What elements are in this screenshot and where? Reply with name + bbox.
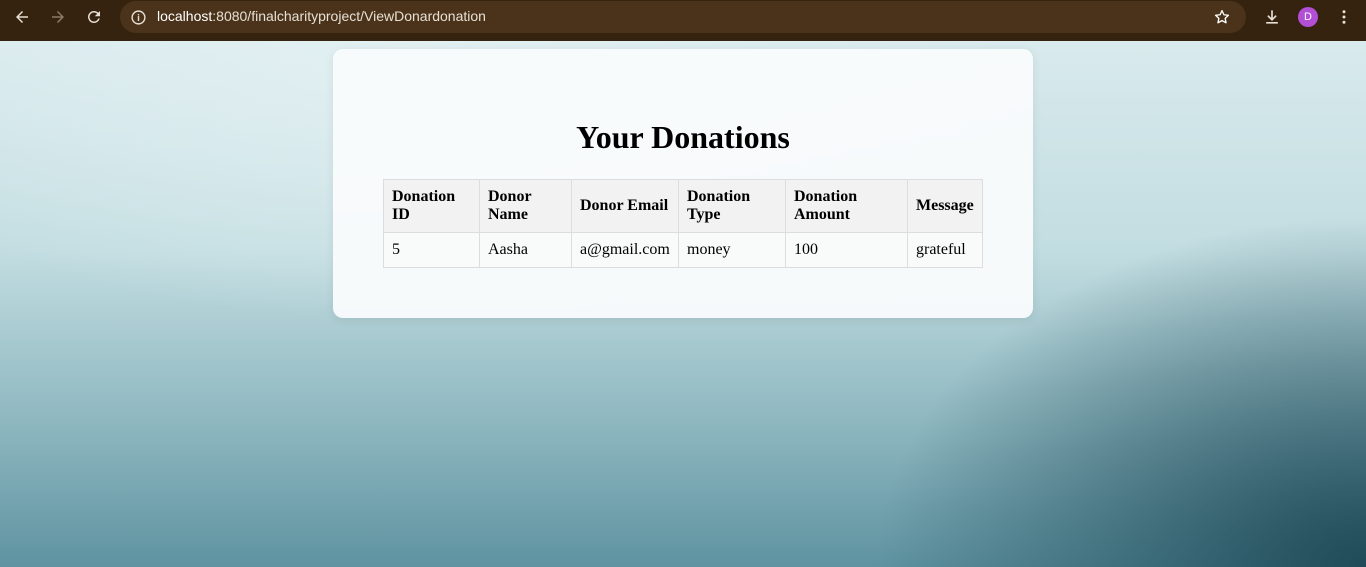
header-text: Donation: [794, 188, 858, 205]
header-message: Message: [907, 179, 983, 233]
donations-card: Your Donations Donation ID Donor Name Dono…: [333, 49, 1033, 318]
bookmark-button[interactable]: [1212, 7, 1232, 27]
back-icon: [16, 11, 28, 23]
download-icon: [1266, 10, 1278, 24]
menu-icon: [1342, 10, 1346, 24]
cell-donation-type: money: [678, 232, 786, 268]
cell-donor-email: a@gmail.com: [571, 232, 679, 268]
address-bar[interactable]: localhost:8080/finalcharityproject/ViewD…: [120, 1, 1246, 33]
reload-icon: [87, 10, 100, 23]
info-icon: [130, 9, 146, 25]
header-text: Donation: [687, 188, 751, 205]
downloads-button[interactable]: [1258, 4, 1286, 30]
header-donation-type: Donation Type: [678, 179, 786, 233]
header-text: Donation: [392, 188, 456, 205]
menu-button[interactable]: [1330, 4, 1358, 30]
star-icon: [1214, 9, 1230, 24]
forward-button[interactable]: [40, 0, 76, 34]
cell-donor-name: Aasha: [479, 232, 572, 268]
browser-toolbar: localhost:8080/finalcharityproject/ViewD…: [0, 0, 1366, 41]
header-text: Donor: [488, 188, 532, 205]
url-text: localhost:8080/finalcharityproject/ViewD…: [157, 8, 486, 24]
back-button[interactable]: [4, 0, 40, 34]
forward-icon: [52, 11, 64, 23]
cell-donation-id: 5: [383, 232, 480, 268]
header-donor-email: Donor Email: [571, 179, 679, 233]
header-donation-id: Donation ID: [383, 179, 480, 233]
cell-message: grateful: [907, 232, 983, 268]
header-donation-amount: Donation Amount: [785, 179, 908, 233]
header-text: Amount: [794, 206, 851, 223]
profile-avatar[interactable]: D: [1298, 7, 1318, 27]
header-text: Name: [488, 206, 528, 223]
page-background: Your Donations Donation ID Donor Name Dono…: [0, 41, 1366, 567]
header-donor-name: Donor Name: [479, 179, 572, 233]
url-path: :8080/finalcharityproject/ViewDonardonat…: [212, 8, 486, 24]
url-host: localhost: [157, 8, 213, 24]
header-text: Type: [687, 206, 721, 223]
page-title: Your Donations: [576, 119, 790, 155]
table-header-row: Donation ID Donor Name Donor Email Donatio…: [383, 179, 983, 233]
donations-table: Donation ID Donor Name Donor Email Donatio…: [383, 179, 983, 268]
site-info-button[interactable]: [128, 7, 148, 27]
reload-button[interactable]: [76, 0, 112, 34]
cell-donation-amount: 100: [785, 232, 908, 268]
header-text: ID: [392, 206, 410, 223]
table-row: 5 Aasha a@gmail.com money 100 grateful: [383, 232, 983, 268]
